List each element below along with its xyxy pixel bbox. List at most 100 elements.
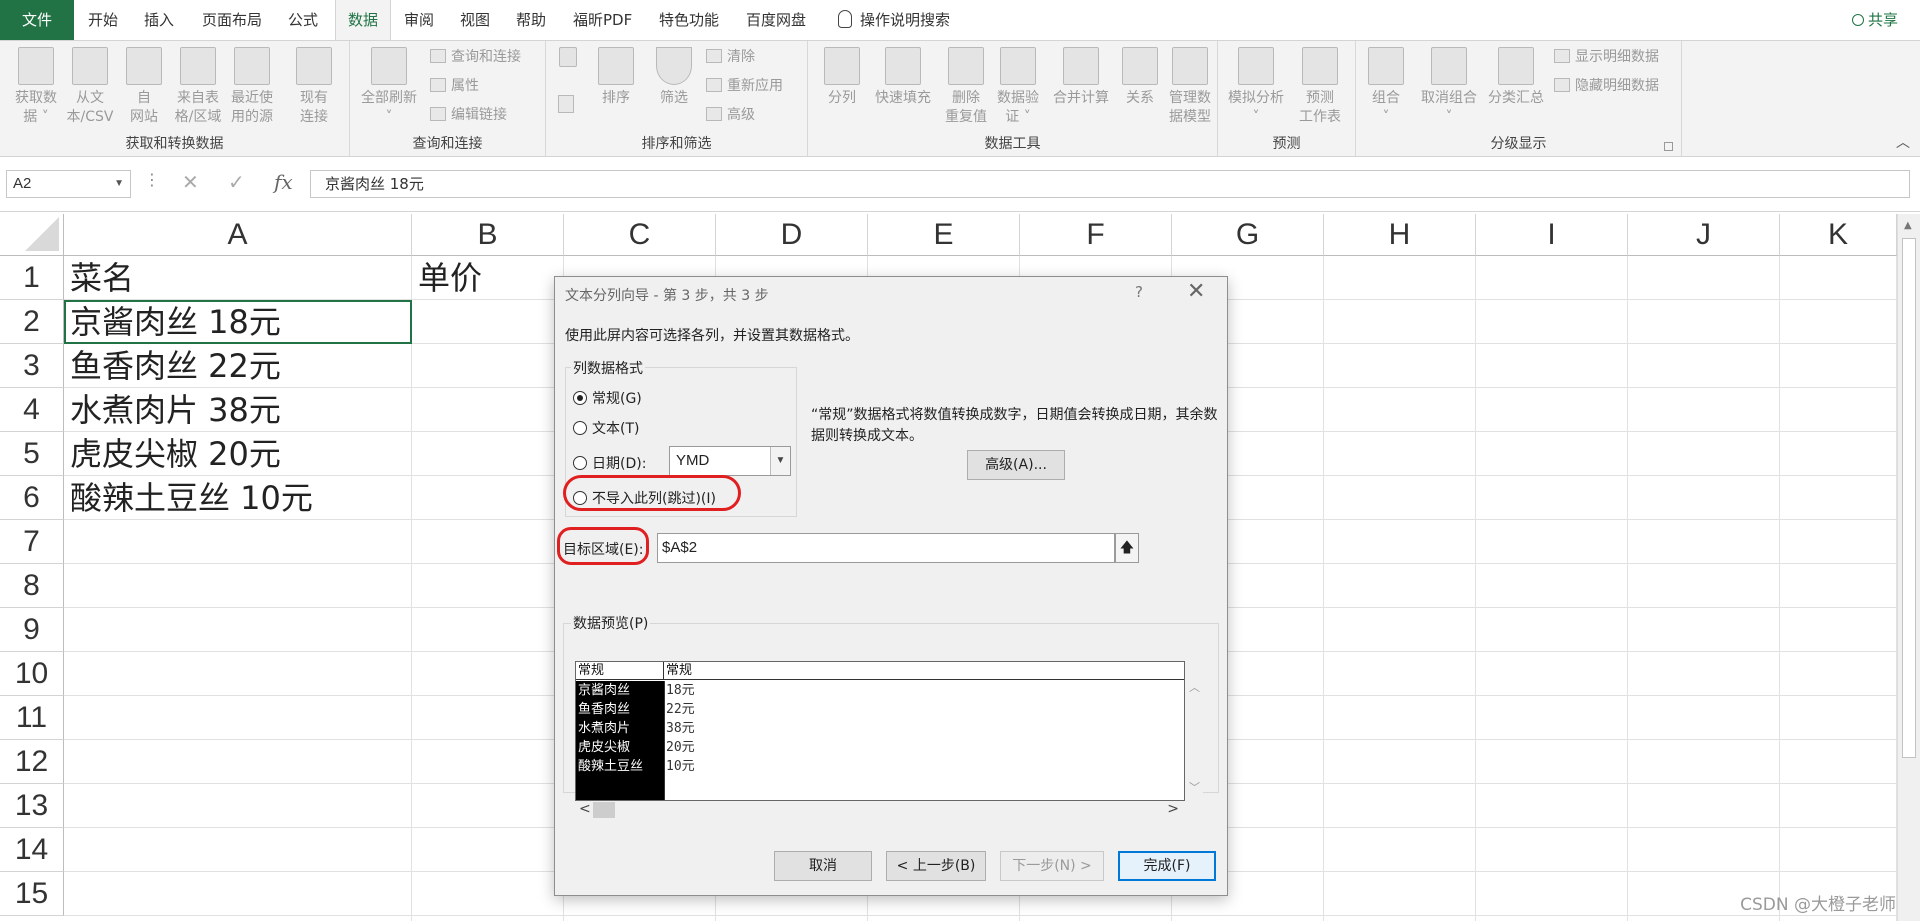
row-header-6[interactable]: 6	[0, 476, 64, 520]
text-to-columns-button[interactable]: 分列	[814, 47, 870, 108]
name-box[interactable]: A2 ▼	[6, 170, 131, 198]
row-header-12[interactable]: 12	[0, 740, 64, 784]
column-header-k[interactable]: K	[1780, 214, 1897, 256]
row-header-15[interactable]: 15	[0, 872, 64, 916]
from-table-range-button[interactable]: 来自表 格/区域	[170, 47, 226, 127]
row-header-11[interactable]: 11	[0, 696, 64, 740]
finish-button[interactable]: 完成(F)	[1118, 851, 1216, 881]
preview-vertical-scrollbar[interactable]: ︿ ﹀	[1185, 661, 1203, 801]
tab-view[interactable]: 视图	[448, 0, 502, 40]
row-header-1[interactable]: 1	[0, 256, 64, 300]
vertical-scrollbar[interactable]: ▲	[1897, 214, 1920, 921]
advanced-filter-button[interactable]: 高级	[706, 105, 755, 125]
column-header-a[interactable]: A	[64, 214, 412, 256]
radio-skip-column[interactable]: 不导入此列(跳过)(I)	[573, 488, 716, 508]
column-header-j[interactable]: J	[1628, 214, 1780, 256]
select-all-corner[interactable]	[0, 214, 64, 256]
tab-baidu-netdisk[interactable]: 百度网盘	[734, 0, 818, 40]
tab-data[interactable]: 数据	[335, 0, 392, 41]
edit-links-button[interactable]: 编辑链接	[430, 105, 507, 125]
column-header-f[interactable]: F	[1020, 214, 1172, 256]
tell-me-search[interactable]: 操作说明搜索	[826, 0, 962, 40]
queries-connections-button[interactable]: 查询和连接	[430, 47, 521, 67]
cancel-button[interactable]: 取消	[774, 851, 872, 881]
scroll-down-icon[interactable]: ﹀	[1189, 779, 1200, 795]
tab-help[interactable]: 帮助	[504, 0, 558, 40]
cell-a6[interactable]: 酸辣土豆丝 10元	[64, 476, 313, 520]
chevron-down-icon[interactable]: ▼	[770, 447, 790, 475]
hide-detail-button[interactable]: 隐藏明细数据	[1554, 76, 1659, 96]
scrollbar-thumb[interactable]	[1902, 238, 1916, 758]
recent-sources-button[interactable]: 最近使 用的源	[224, 47, 280, 127]
advanced-button[interactable]: 高级(A)...	[967, 450, 1065, 480]
target-area-input[interactable]: $A$2	[657, 533, 1115, 563]
radio-text[interactable]: 文本(T)	[573, 418, 639, 438]
show-detail-button[interactable]: 显示明细数据	[1554, 47, 1659, 67]
group-button[interactable]: 组合 ˅	[1358, 47, 1414, 127]
dialog-launcher-icon[interactable]	[1664, 142, 1673, 151]
cell-a3[interactable]: 鱼香肉丝 22元	[64, 344, 281, 388]
formula-input[interactable]: 京酱肉丝 18元	[310, 170, 1910, 198]
subtotal-button[interactable]: 分类汇总	[1484, 47, 1548, 108]
properties-button[interactable]: 属性	[430, 76, 479, 96]
tab-home[interactable]: 开始	[76, 0, 130, 40]
reapply-button[interactable]: 重新应用	[706, 76, 783, 96]
from-web-button[interactable]: 自 网站	[116, 47, 172, 127]
row-header-3[interactable]: 3	[0, 344, 64, 388]
row-header-9[interactable]: 9	[0, 608, 64, 652]
scrollbar-thumb[interactable]	[593, 802, 615, 818]
data-validation-button[interactable]: 数据验 证 ˅	[990, 47, 1046, 127]
tab-review[interactable]: 审阅	[392, 0, 446, 40]
column-header-e[interactable]: E	[868, 214, 1020, 256]
scroll-left-icon[interactable]: <	[579, 801, 591, 817]
tab-special-features[interactable]: 特色功能	[647, 0, 731, 40]
cell-a4[interactable]: 水煮肉片 38元	[64, 388, 281, 432]
cell-a2[interactable]: 京酱肉丝 18元	[64, 300, 281, 344]
row-header-4[interactable]: 4	[0, 388, 64, 432]
column-header-d[interactable]: D	[716, 214, 868, 256]
row-header-13[interactable]: 13	[0, 784, 64, 828]
tab-page-layout[interactable]: 页面布局	[190, 0, 274, 40]
chevron-down-icon[interactable]: ▼	[114, 171, 124, 197]
next-button[interactable]: 下一步(N) >	[1000, 851, 1104, 881]
date-format-select[interactable]: YMD ▼	[669, 446, 791, 476]
column-header-g[interactable]: G	[1172, 214, 1324, 256]
help-button[interactable]: ?	[1135, 283, 1143, 301]
insert-function-icon[interactable]: fx	[274, 170, 293, 194]
scroll-up-icon[interactable]: ︿	[1189, 679, 1200, 695]
collapse-ribbon-icon[interactable]: ︿	[1896, 132, 1910, 152]
remove-duplicates-button[interactable]: 删除 重复值	[938, 47, 994, 127]
close-icon[interactable]: ✕	[1187, 279, 1205, 304]
consolidate-button[interactable]: 合并计算	[1046, 47, 1116, 108]
data-preview-table[interactable]: 常规 常规 京酱肉丝 18元 鱼香肉丝 22元 水煮肉片 38元 虎皮尖椒 20元 酸辣土豆丝 1…	[575, 661, 1185, 801]
tab-foxit-pdf[interactable]: 福昕PDF	[561, 0, 644, 40]
column-header-h[interactable]: H	[1324, 214, 1476, 256]
cell-b1[interactable]: 单价	[412, 256, 482, 300]
share-button[interactable]: 共享	[1851, 0, 1898, 40]
tab-formulas[interactable]: 公式	[276, 0, 330, 40]
enter-check-icon[interactable]: ✓	[228, 170, 245, 194]
more-options-icon[interactable]: ⋮	[144, 170, 160, 189]
refresh-all-button[interactable]: 全部刷新 ˅	[358, 47, 420, 127]
cell-a5[interactable]: 虎皮尖椒 20元	[64, 432, 281, 476]
flash-fill-button[interactable]: 快速填充	[868, 47, 938, 108]
column-header-c[interactable]: C	[564, 214, 716, 256]
sort-descending-button[interactable]	[558, 95, 579, 117]
row-header-5[interactable]: 5	[0, 432, 64, 476]
scroll-right-icon[interactable]: >	[1167, 801, 1179, 817]
sort-ascending-button[interactable]	[556, 47, 580, 71]
row-header-10[interactable]: 10	[0, 652, 64, 696]
preview-header-col1[interactable]: 常规	[576, 662, 664, 680]
tab-insert[interactable]: 插入	[132, 0, 186, 40]
what-if-analysis-button[interactable]: 模拟分析 ˅	[1222, 47, 1290, 127]
column-header-i[interactable]: I	[1476, 214, 1628, 256]
ungroup-button[interactable]: 取消组合 ˅	[1416, 47, 1482, 127]
radio-general[interactable]: 常规(G)	[573, 388, 642, 408]
row-header-7[interactable]: 7	[0, 520, 64, 564]
row-header-14[interactable]: 14	[0, 828, 64, 872]
preview-horizontal-scrollbar[interactable]: < >	[575, 801, 1185, 819]
forecast-sheet-button[interactable]: 预测 工作表	[1292, 47, 1348, 127]
existing-connections-button[interactable]: 现有 连接	[286, 47, 342, 127]
manage-data-model-button[interactable]: 管理数 据模型	[1162, 47, 1218, 127]
row-header-8[interactable]: 8	[0, 564, 64, 608]
